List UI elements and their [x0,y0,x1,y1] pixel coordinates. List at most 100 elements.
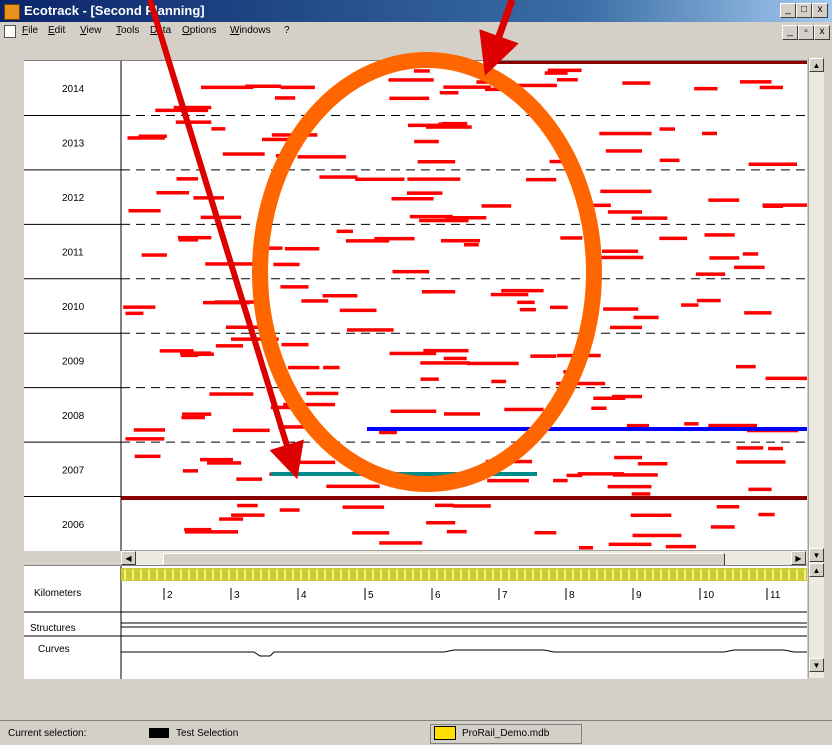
task-bar[interactable] [517,300,535,305]
task-bar[interactable] [274,96,296,100]
task-bar[interactable] [659,236,688,241]
task-bar[interactable] [200,215,242,220]
task-bar[interactable] [284,460,336,465]
task-bar[interactable] [710,525,735,529]
task-bar[interactable] [487,478,529,483]
task-bar[interactable] [182,412,212,416]
task-bar[interactable] [195,352,214,357]
task-bar[interactable] [607,484,652,489]
task-bar[interactable] [519,307,536,312]
task-bar[interactable] [175,120,212,124]
task-bar[interactable] [444,412,480,416]
blue-highlight-bar[interactable] [367,427,807,431]
task-bar[interactable] [409,214,453,219]
menu-help[interactable]: ? [284,25,290,36]
task-bar[interactable] [704,233,735,237]
task-bar[interactable] [232,428,270,433]
task-bar[interactable] [205,262,254,266]
task-bar[interactable] [768,446,783,451]
scroll-down-button-lower[interactable]: ▼ [809,658,824,672]
task-bar[interactable] [563,370,578,374]
task-bar[interactable] [744,311,772,315]
task-bar[interactable] [193,196,224,200]
task-bar[interactable] [633,315,659,320]
scroll-up-button[interactable]: ▲ [809,58,824,72]
task-bar[interactable] [219,517,244,521]
task-bar[interactable] [481,204,512,208]
menu-tools[interactable]: Tools [116,25,139,36]
task-bar[interactable] [530,354,557,358]
task-bar[interactable] [512,83,557,88]
task-bar[interactable] [614,455,642,460]
task-bar[interactable] [323,365,340,370]
task-bar[interactable] [709,256,740,260]
task-bar[interactable] [352,531,390,535]
horizontal-scrollbar[interactable]: ◀ ▶ [121,550,807,566]
task-bar[interactable] [209,392,254,396]
task-bar[interactable] [626,423,649,428]
task-bar[interactable] [557,353,601,358]
task-bar[interactable] [696,298,721,303]
task-bar[interactable] [702,131,717,136]
task-bar[interactable] [605,149,642,153]
task-bar[interactable] [758,512,775,517]
menu-file[interactable]: File [22,25,38,36]
task-bar[interactable] [159,349,194,353]
task-bar[interactable] [501,288,544,293]
task-bar[interactable] [736,446,764,450]
task-bar[interactable] [211,127,226,131]
task-bar[interactable] [392,269,430,274]
task-bar[interactable] [388,78,434,82]
task-bar[interactable] [607,210,642,214]
task-bar[interactable] [379,541,423,545]
task-bar[interactable] [590,255,644,260]
task-bar[interactable] [630,513,672,518]
task-bar[interactable] [222,152,265,156]
task-bar[interactable] [736,364,756,369]
task-bar[interactable] [237,503,258,508]
task-bar[interactable] [708,198,740,202]
task-bar[interactable] [123,305,156,309]
task-bar[interactable] [288,365,320,370]
task-bar[interactable] [610,325,642,330]
task-bar[interactable] [306,391,339,396]
task-bar[interactable] [297,155,346,159]
task-bar[interactable] [225,325,265,330]
task-bar[interactable] [765,376,807,381]
task-bar[interactable] [390,409,437,414]
task-bar[interactable] [275,154,296,158]
task-bar[interactable] [423,348,469,353]
scroll-left-button[interactable]: ◀ [121,551,136,565]
task-bar[interactable] [734,265,765,270]
task-bar[interactable] [762,204,783,209]
vertical-scrollbar[interactable]: ▲ ▼ ▲ ▼ [808,58,824,678]
task-bar[interactable] [491,379,507,384]
task-bar[interactable] [684,422,699,426]
task-bar[interactable] [759,85,783,90]
close-button[interactable]: x [812,3,828,18]
child-restore-button[interactable]: ▫ [798,25,814,40]
task-bar[interactable] [180,353,198,358]
task-bar[interactable] [665,544,696,549]
task-bar[interactable] [407,177,461,181]
task-bar[interactable] [599,131,652,136]
task-bar[interactable] [207,461,242,465]
task-bar[interactable] [544,71,568,75]
task-bar[interactable] [413,69,430,73]
task-bar[interactable] [391,197,434,201]
teal-highlight-bar[interactable] [271,472,537,476]
task-bar[interactable] [504,407,544,412]
task-bar[interactable] [637,462,668,466]
task-bar[interactable] [446,529,467,534]
task-bar[interactable] [463,243,479,247]
task-bar[interactable] [322,294,358,298]
planning-gantt[interactable]: 2014 2013 2012 2011 2010 2009 2008 2007 2006 [24,61,807,551]
task-bar[interactable] [631,492,651,496]
task-bar[interactable] [603,307,639,311]
task-bar[interactable] [602,249,639,254]
task-bar[interactable] [435,503,454,508]
task-bar[interactable] [566,473,583,478]
task-bar[interactable] [271,133,318,137]
task-bar[interactable] [600,189,652,194]
task-bar[interactable] [443,356,467,361]
